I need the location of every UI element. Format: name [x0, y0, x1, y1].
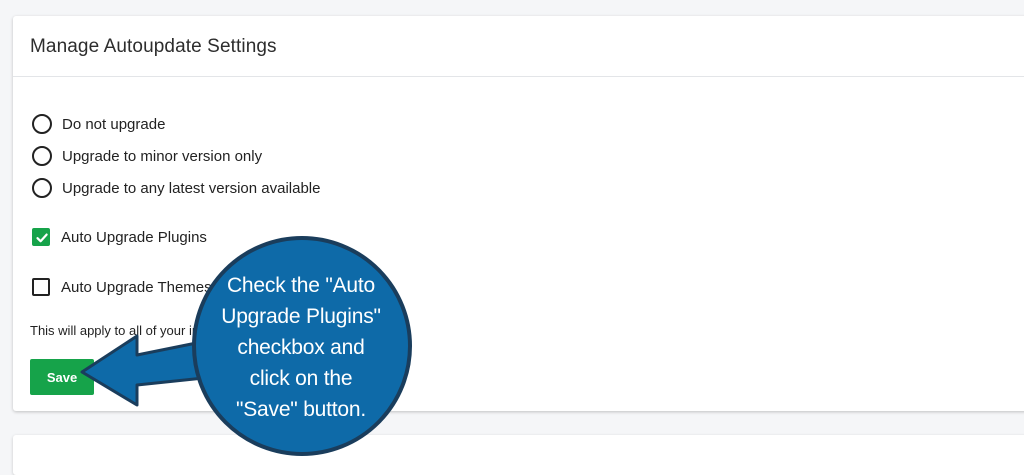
- next-card: [13, 435, 1024, 475]
- checkbox-unchecked-icon[interactable]: [32, 278, 50, 296]
- radio-minor-version[interactable]: Upgrade to minor version only: [32, 146, 262, 166]
- radio-latest-version[interactable]: Upgrade to any latest version available: [32, 178, 321, 198]
- save-button[interactable]: Save: [30, 359, 94, 395]
- callout-text: Check the "Auto Upgrade Plugins" checkbo…: [200, 270, 402, 425]
- radio-label: Do not upgrade: [62, 115, 166, 133]
- callout-line: checkbox and: [237, 336, 365, 359]
- radio-icon[interactable]: [32, 178, 52, 198]
- checkbox-auto-upgrade-themes[interactable]: Auto Upgrade Themes: [32, 278, 212, 296]
- radio-label: Upgrade to any latest version available: [62, 179, 321, 197]
- radio-icon[interactable]: [32, 146, 52, 166]
- radio-do-not-upgrade[interactable]: Do not upgrade: [32, 114, 165, 134]
- checkmark-icon: [36, 233, 48, 243]
- checkbox-auto-upgrade-plugins[interactable]: Auto Upgrade Plugins: [32, 228, 207, 246]
- autoupdate-settings-card: Manage Autoupdate Settings Do not upgrad…: [13, 16, 1024, 411]
- radio-icon[interactable]: [32, 114, 52, 134]
- callout-line: "Save" button.: [235, 398, 367, 421]
- checkbox-label: Auto Upgrade Plugins: [61, 228, 207, 246]
- page-title: Manage Autoupdate Settings: [30, 36, 277, 57]
- callout-line: Upgrade Plugins": [221, 305, 381, 328]
- checkbox-label: Auto Upgrade Themes: [61, 278, 212, 296]
- callout-line: Check the "Auto: [226, 274, 376, 297]
- radio-label: Upgrade to minor version only: [62, 147, 263, 165]
- card-header: Manage Autoupdate Settings: [13, 16, 1024, 77]
- checkbox-checked-icon[interactable]: [32, 228, 50, 246]
- callout-line: click on the: [249, 367, 353, 390]
